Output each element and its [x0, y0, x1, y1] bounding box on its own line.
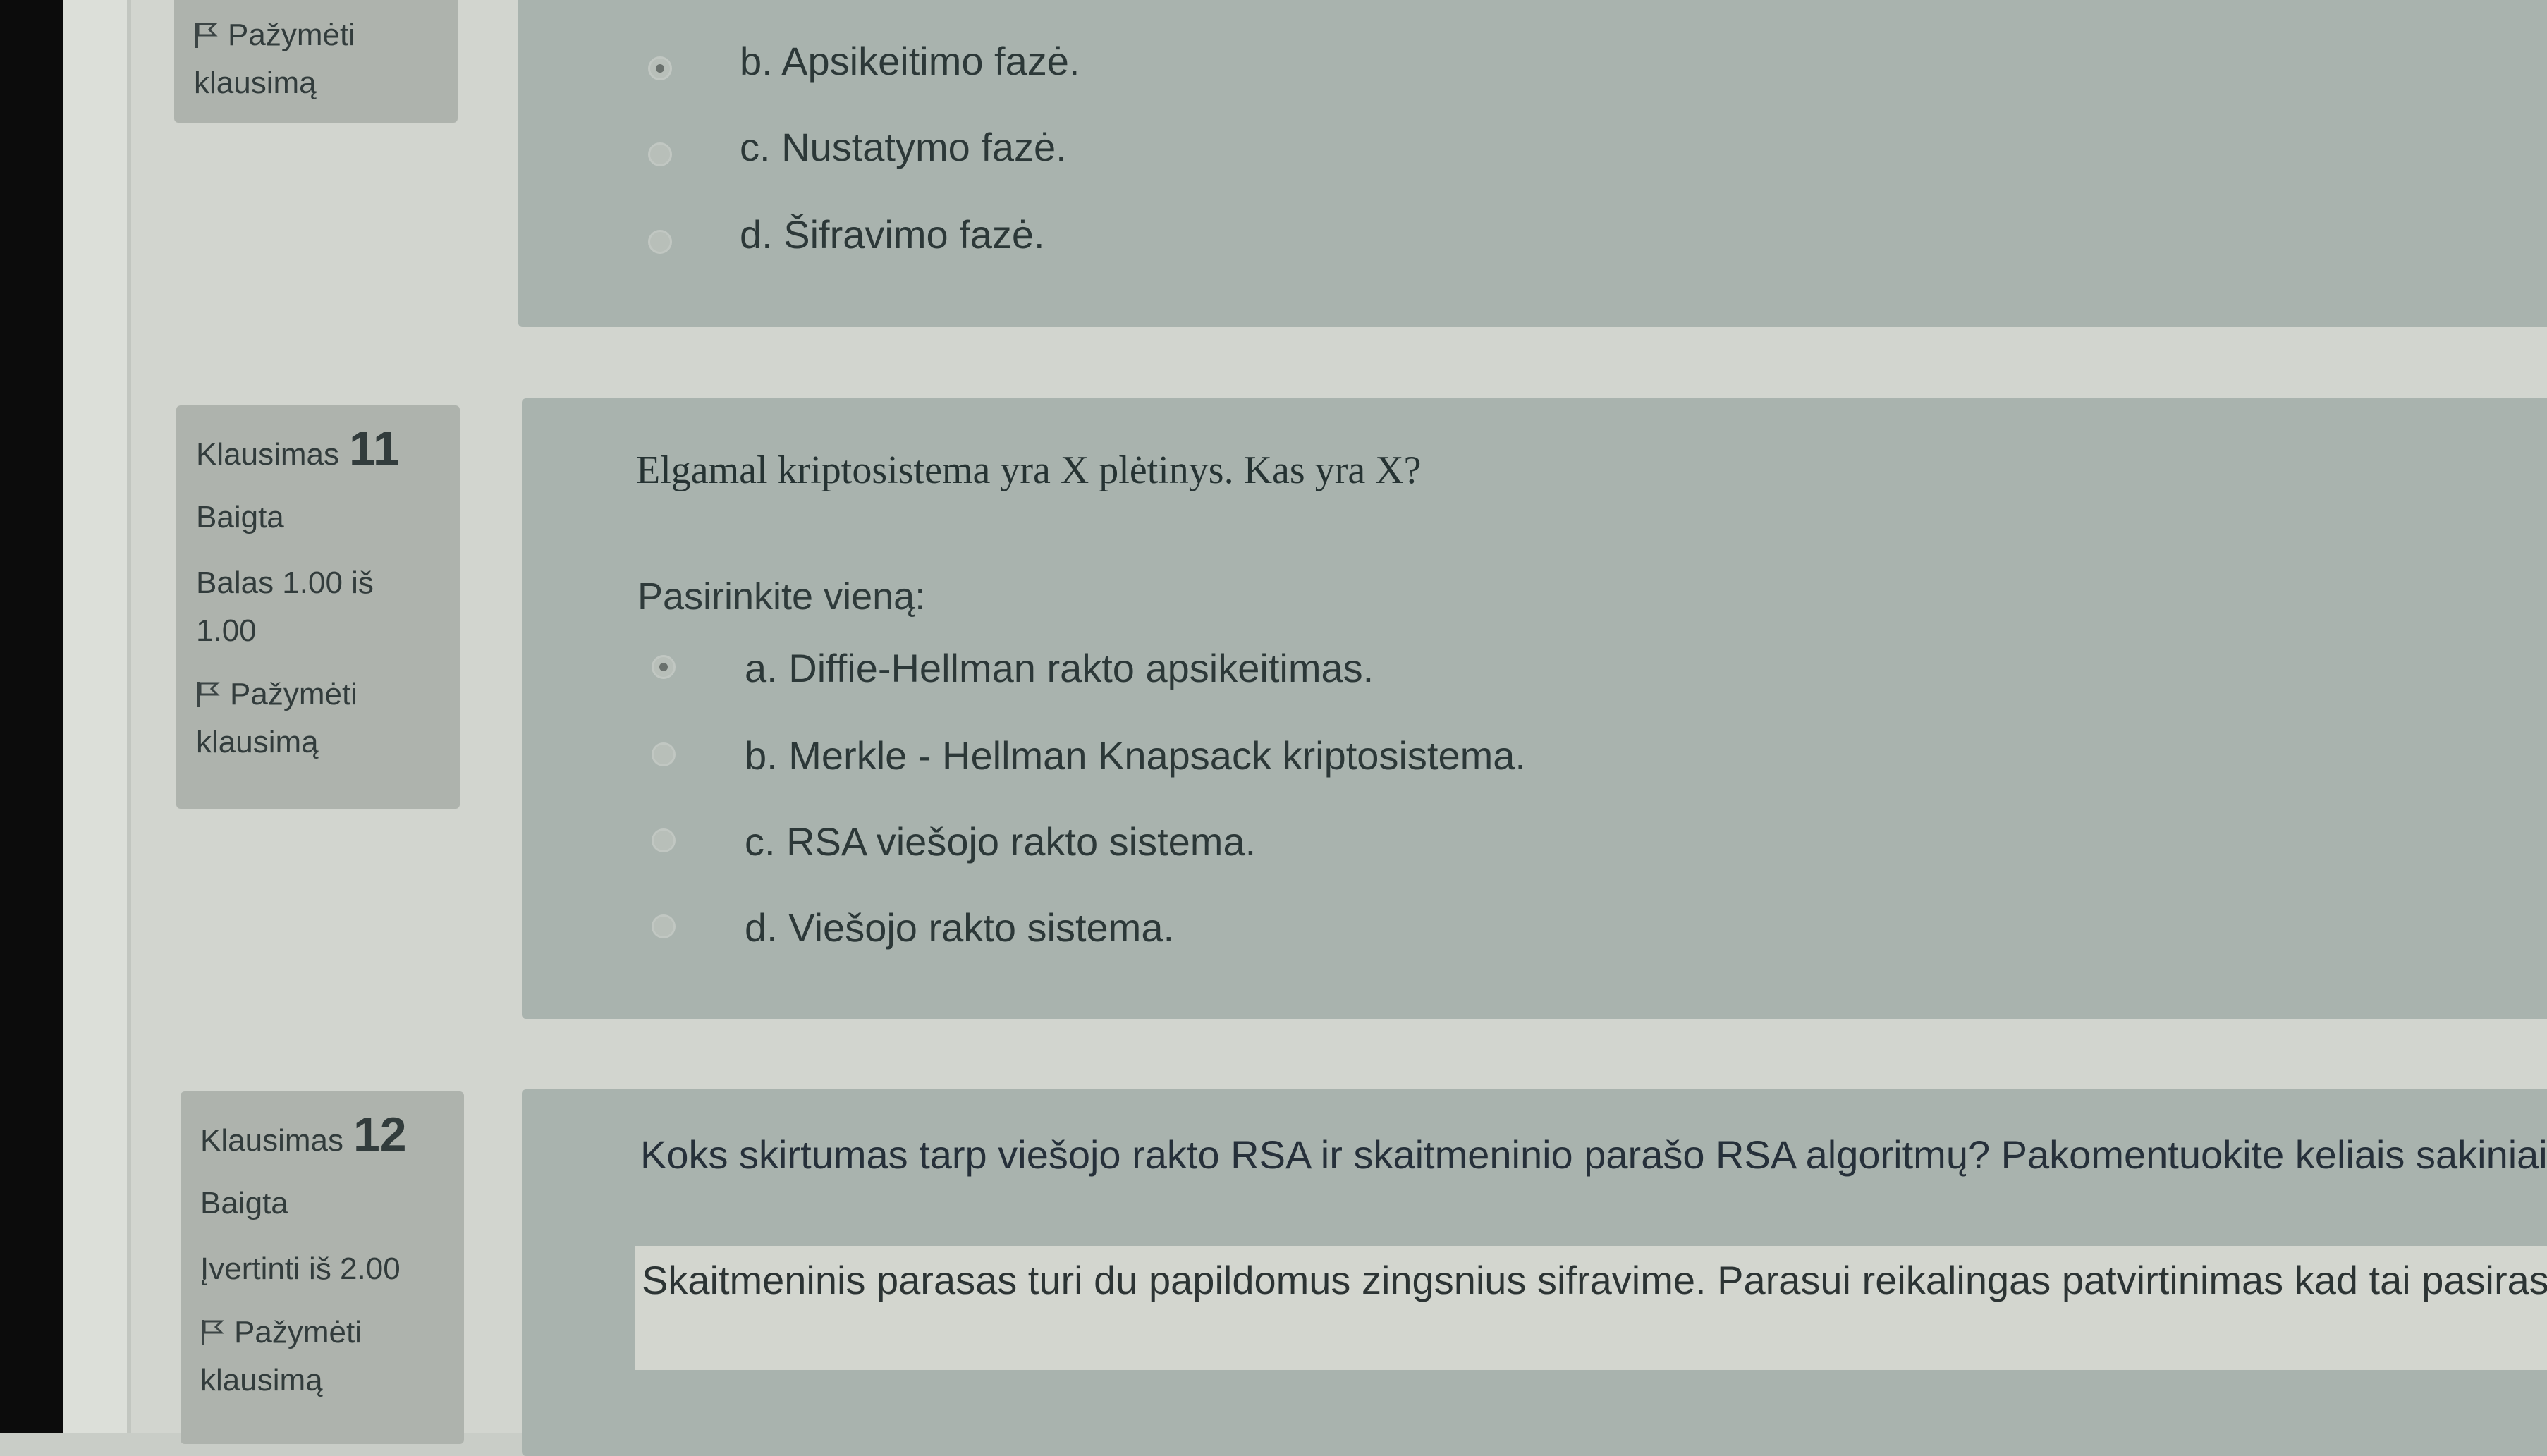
question-grade: Balas 1.00 iš 1.00 — [196, 565, 374, 648]
question-text: Koks skirtumas tarp viešojo rakto RSA ir… — [640, 1132, 2547, 1177]
question-state: Baigta — [196, 500, 284, 534]
question-number: Klausimas 11 — [196, 421, 440, 476]
flag-question-10[interactable]: Pažymėti klausimą — [194, 11, 438, 107]
answer-radio-c[interactable] — [652, 828, 676, 852]
answer-a[interactable]: a. Diffie-Hellman rakto apsikeitimas. — [745, 645, 1374, 691]
flag-question-12[interactable]: Pažymėti klausimą — [200, 1309, 444, 1405]
question-11-content: Elgamal kriptosistema yra X plėtinys. Ka… — [522, 398, 2547, 1019]
answer-radio-d[interactable] — [648, 230, 672, 254]
question-10-content: b. Apsikeitimo fazė. c. Nustatymo fazė. … — [518, 0, 2547, 327]
essay-response-field[interactable]: Skaitmeninis parasas turi du papildomus … — [635, 1246, 2547, 1370]
answer-c[interactable]: c. RSA viešojo rakto sistema. — [745, 819, 1256, 864]
flag-label-2: klausimą — [194, 66, 317, 100]
question-number-value: 12 — [353, 1108, 407, 1161]
question-text: Elgamal kriptosistema yra X plėtinys. Ka… — [636, 448, 1422, 492]
flag-icon — [197, 682, 220, 707]
flag-label-2: klausimą — [196, 725, 319, 759]
answer-radio-b[interactable] — [652, 742, 676, 766]
answer-label: c. Nustatymo fazė. — [740, 125, 1067, 169]
question-10-info: Pažymėti klausimą — [174, 0, 458, 123]
answer-b[interactable]: b. Apsikeitimo fazė. — [740, 38, 1080, 84]
flag-label: Pažymėti — [228, 18, 355, 52]
flag-icon — [195, 23, 218, 48]
question-12-content: Koks skirtumas tarp viešojo rakto RSA ir… — [522, 1089, 2547, 1456]
answer-label: d. Šifravimo fazė. — [740, 212, 1045, 257]
flag-label: Pažymėti — [230, 677, 358, 711]
answer-c[interactable]: c. Nustatymo fazė. — [740, 124, 1067, 170]
question-number: Klausimas 12 — [200, 1107, 444, 1162]
flag-label-2: klausimą — [200, 1363, 323, 1397]
question-number-value: 11 — [348, 422, 400, 475]
answer-label: b. Merkle - Hellman Knapsack kriptosiste… — [745, 733, 1526, 778]
answer-b[interactable]: b. Merkle - Hellman Knapsack kriptosiste… — [745, 733, 1526, 778]
question-label: Klausimas — [200, 1123, 343, 1158]
question-12-info: Klausimas 12 Baigta Įvertinti iš 2.00 Pa… — [181, 1091, 464, 1444]
left-gutter — [63, 0, 131, 1433]
answer-radio-b[interactable] — [648, 56, 672, 80]
flag-question-11[interactable]: Pažymėti klausimą — [196, 671, 440, 766]
answer-label: c. RSA viešojo rakto sistema. — [745, 819, 1257, 864]
answer-label: d. Viešojo rakto sistema. — [745, 905, 1175, 950]
question-label: Klausimas — [196, 437, 339, 472]
answer-prompt: Pasirinkite vieną: — [637, 575, 926, 618]
answer-radio-a[interactable] — [652, 655, 676, 679]
quiz-page: Pažymėti klausimą b. Apsikeitimo fazė. c… — [63, 0, 2547, 1456]
question-state: Baigta — [200, 1186, 288, 1221]
screen-bezel — [0, 0, 63, 1433]
question-11-info: Klausimas 11 Baigta Balas 1.00 iš 1.00 P… — [176, 405, 460, 809]
answer-radio-d[interactable] — [652, 914, 676, 938]
answer-d[interactable]: d. Šifravimo fazė. — [740, 212, 1045, 257]
answer-radio-c[interactable] — [648, 142, 672, 166]
flag-icon — [202, 1320, 224, 1345]
answer-label: a. Diffie-Hellman rakto apsikeitimas. — [745, 646, 1374, 690]
flag-label: Pažymėti — [234, 1315, 362, 1350]
answer-d[interactable]: d. Viešojo rakto sistema. — [745, 905, 1174, 950]
question-grade: Įvertinti iš 2.00 — [200, 1252, 401, 1286]
answer-label: b. Apsikeitimo fazė. — [740, 39, 1080, 83]
